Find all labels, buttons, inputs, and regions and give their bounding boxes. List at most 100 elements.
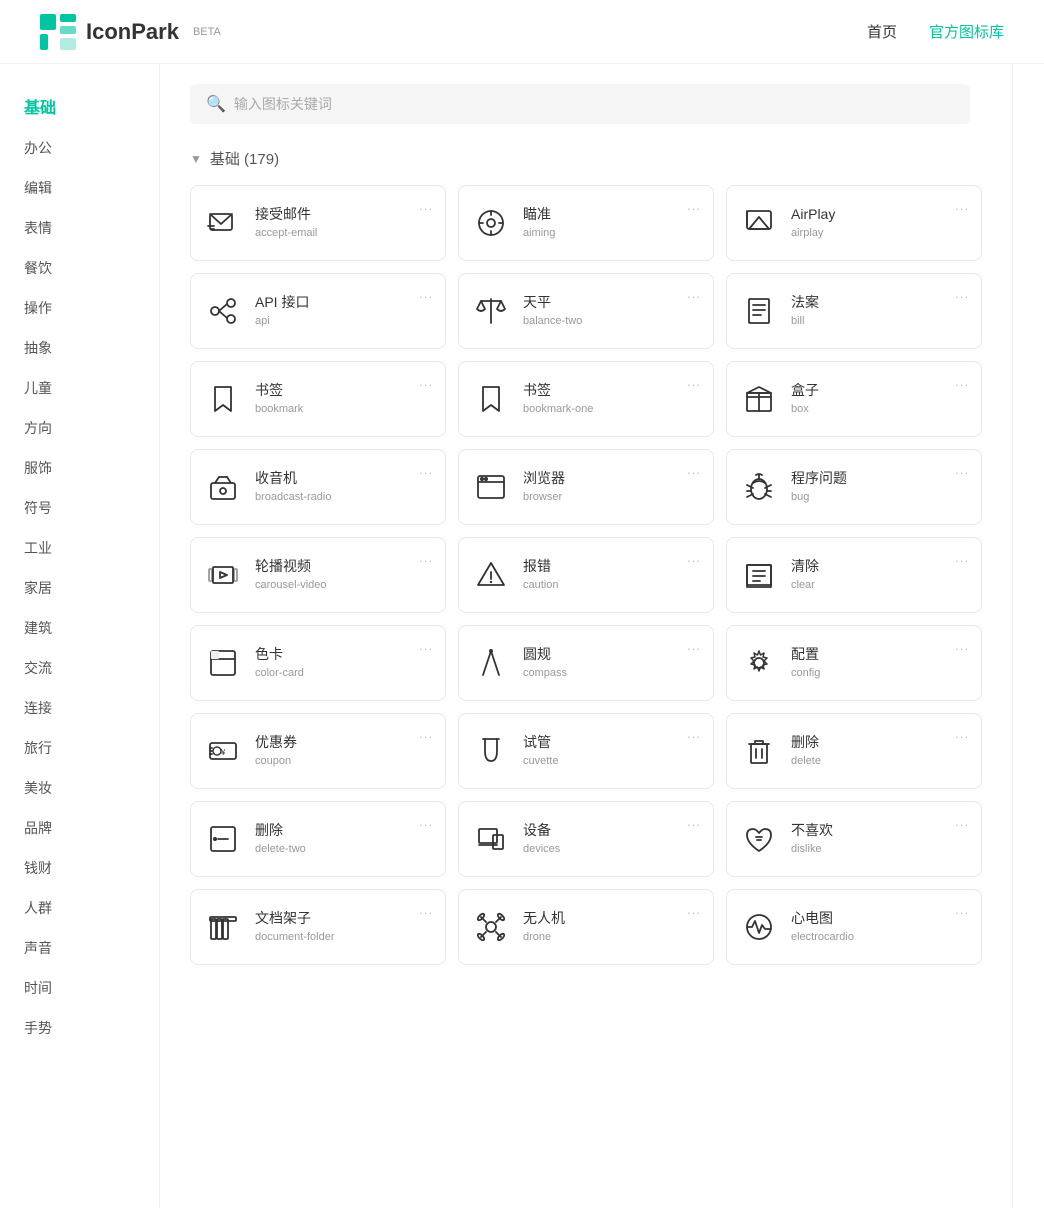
icon-card-clear[interactable]: 清除 clear ... bbox=[726, 537, 982, 613]
icon-more-button[interactable]: ... bbox=[955, 198, 969, 213]
sidebar-item-抽象[interactable]: 抽象 bbox=[0, 328, 159, 368]
icon-card-accept-email[interactable]: 接受邮件 accept-email ... bbox=[190, 185, 446, 261]
icon-info-devices: 设备 devices bbox=[523, 821, 699, 858]
icon-name-zh: API 接口 bbox=[255, 293, 431, 313]
icon-visual-broadcast-radio bbox=[205, 469, 241, 505]
icon-name-zh: 书签 bbox=[255, 381, 431, 401]
icon-card-broadcast-radio[interactable]: 收音机 broadcast-radio ... bbox=[190, 449, 446, 525]
sidebar-item-建筑[interactable]: 建筑 bbox=[0, 608, 159, 648]
sidebar-item-美妆[interactable]: 美妆 bbox=[0, 768, 159, 808]
main-layout: 基础办公编辑表情餐饮操作抽象儿童方向服饰符号工业家居建筑交流连接旅行美妆品牌钱财… bbox=[0, 64, 1044, 1208]
icon-more-button[interactable]: ... bbox=[687, 462, 701, 477]
icon-more-button[interactable]: ... bbox=[419, 462, 433, 477]
sidebar-item-交流[interactable]: 交流 bbox=[0, 648, 159, 688]
header: IconPark BETA 首页 官方图标库 bbox=[0, 0, 1044, 64]
icon-card-delete[interactable]: 删除 delete ... bbox=[726, 713, 982, 789]
sidebar-item-方向[interactable]: 方向 bbox=[0, 408, 159, 448]
sidebar-item-钱财[interactable]: 钱财 bbox=[0, 848, 159, 888]
icon-info-bug: 程序问题 bug bbox=[791, 469, 967, 506]
icon-more-button[interactable]: ... bbox=[687, 814, 701, 829]
icon-card-electrocardio[interactable]: 心电图 electrocardio ... bbox=[726, 889, 982, 965]
icon-visual-caution bbox=[473, 557, 509, 593]
icon-more-button[interactable]: ... bbox=[419, 638, 433, 653]
search-input[interactable] bbox=[234, 96, 954, 112]
icon-more-button[interactable]: ... bbox=[419, 814, 433, 829]
icon-card-devices[interactable]: 设备 devices ... bbox=[458, 801, 714, 877]
icon-more-button[interactable]: ... bbox=[955, 462, 969, 477]
icon-more-button[interactable]: ... bbox=[955, 550, 969, 565]
icon-info-accept-email: 接受邮件 accept-email bbox=[255, 205, 431, 242]
icon-name-en: box bbox=[791, 402, 967, 417]
icon-name-en: api bbox=[255, 314, 431, 329]
icon-card-bookmark-one[interactable]: 书签 bookmark-one ... bbox=[458, 361, 714, 437]
icon-more-button[interactable]: ... bbox=[687, 286, 701, 301]
icon-card-balance-two[interactable]: 天平 balance-two ... bbox=[458, 273, 714, 349]
icon-more-button[interactable]: ... bbox=[687, 374, 701, 389]
icon-name-en: devices bbox=[523, 842, 699, 857]
icon-card-color-card[interactable]: 色卡 color-card ... bbox=[190, 625, 446, 701]
icon-more-button[interactable]: ... bbox=[955, 814, 969, 829]
icon-more-button[interactable]: ... bbox=[687, 550, 701, 565]
sidebar-item-手势[interactable]: 手势 bbox=[0, 1008, 159, 1048]
icon-more-button[interactable]: ... bbox=[955, 638, 969, 653]
sidebar-item-操作[interactable]: 操作 bbox=[0, 288, 159, 328]
icon-more-button[interactable]: ... bbox=[687, 726, 701, 741]
sidebar-item-工业[interactable]: 工业 bbox=[0, 528, 159, 568]
icon-card-drone[interactable]: 无人机 drone ... bbox=[458, 889, 714, 965]
icon-card-coupon[interactable]: ¥ 优惠券 coupon ... bbox=[190, 713, 446, 789]
icon-more-button[interactable]: ... bbox=[687, 198, 701, 213]
sidebar-item-时间[interactable]: 时间 bbox=[0, 968, 159, 1008]
icon-more-button[interactable]: ... bbox=[955, 726, 969, 741]
icon-card-api[interactable]: API 接口 api ... bbox=[190, 273, 446, 349]
sidebar-item-办公[interactable]: 办公 bbox=[0, 128, 159, 168]
icon-card-bill[interactable]: 法案 bill ... bbox=[726, 273, 982, 349]
icon-more-button[interactable]: ... bbox=[687, 902, 701, 917]
icon-card-dislike[interactable]: 不喜欢 dislike ... bbox=[726, 801, 982, 877]
icon-card-bug[interactable]: 程序问题 bug ... bbox=[726, 449, 982, 525]
icon-more-button[interactable]: ... bbox=[687, 638, 701, 653]
icon-card-cuvette[interactable]: 试管 cuvette ... bbox=[458, 713, 714, 789]
icon-card-airplay[interactable]: AirPlay airplay ... bbox=[726, 185, 982, 261]
sidebar-item-基础[interactable]: 基础 bbox=[0, 84, 159, 128]
icon-card-document-folder[interactable]: 文档架子 document-folder ... bbox=[190, 889, 446, 965]
sidebar-item-餐饮[interactable]: 餐饮 bbox=[0, 248, 159, 288]
sidebar-item-品牌[interactable]: 品牌 bbox=[0, 808, 159, 848]
icon-card-aiming[interactable]: 瞄准 aiming ... bbox=[458, 185, 714, 261]
sidebar-item-家居[interactable]: 家居 bbox=[0, 568, 159, 608]
icon-card-caution[interactable]: 报错 caution ... bbox=[458, 537, 714, 613]
icon-card-carousel-video[interactable]: 轮播视频 carousel-video ... bbox=[190, 537, 446, 613]
nav-home[interactable]: 首页 bbox=[867, 21, 897, 42]
sidebar-item-旅行[interactable]: 旅行 bbox=[0, 728, 159, 768]
icon-visual-clear bbox=[741, 557, 777, 593]
icon-more-button[interactable]: ... bbox=[419, 902, 433, 917]
sidebar-item-符号[interactable]: 符号 bbox=[0, 488, 159, 528]
icon-more-button[interactable]: ... bbox=[419, 550, 433, 565]
sidebar-item-声音[interactable]: 声音 bbox=[0, 928, 159, 968]
icon-card-bookmark[interactable]: 书签 bookmark ... bbox=[190, 361, 446, 437]
sidebar-item-人群[interactable]: 人群 bbox=[0, 888, 159, 928]
icon-info-bill: 法案 bill bbox=[791, 293, 967, 330]
icon-more-button[interactable]: ... bbox=[419, 198, 433, 213]
icon-info-color-card: 色卡 color-card bbox=[255, 645, 431, 682]
icon-card-delete-two[interactable]: 删除 delete-two ... bbox=[190, 801, 446, 877]
icon-more-button[interactable]: ... bbox=[419, 726, 433, 741]
icon-visual-electrocardio bbox=[741, 909, 777, 945]
icon-more-button[interactable]: ... bbox=[955, 374, 969, 389]
icon-more-button[interactable]: ... bbox=[419, 286, 433, 301]
icon-more-button[interactable]: ... bbox=[955, 902, 969, 917]
sidebar-item-服饰[interactable]: 服饰 bbox=[0, 448, 159, 488]
sidebar-item-表情[interactable]: 表情 bbox=[0, 208, 159, 248]
sidebar-item-儿童[interactable]: 儿童 bbox=[0, 368, 159, 408]
sidebar-item-连接[interactable]: 连接 bbox=[0, 688, 159, 728]
nav-library[interactable]: 官方图标库 bbox=[929, 21, 1004, 42]
icon-more-button[interactable]: ... bbox=[955, 286, 969, 301]
icon-name-zh: 接受邮件 bbox=[255, 205, 431, 225]
icon-info-airplay: AirPlay airplay bbox=[791, 205, 967, 242]
icon-card-compass[interactable]: 圆规 compass ... bbox=[458, 625, 714, 701]
icon-more-button[interactable]: ... bbox=[419, 374, 433, 389]
sidebar-item-编辑[interactable]: 编辑 bbox=[0, 168, 159, 208]
icon-card-config[interactable]: 配置 config ... bbox=[726, 625, 982, 701]
icon-card-box[interactable]: 盒子 box ... bbox=[726, 361, 982, 437]
icon-card-browser[interactable]: 浏览器 browser ... bbox=[458, 449, 714, 525]
logo[interactable]: IconPark BETA bbox=[40, 14, 221, 50]
